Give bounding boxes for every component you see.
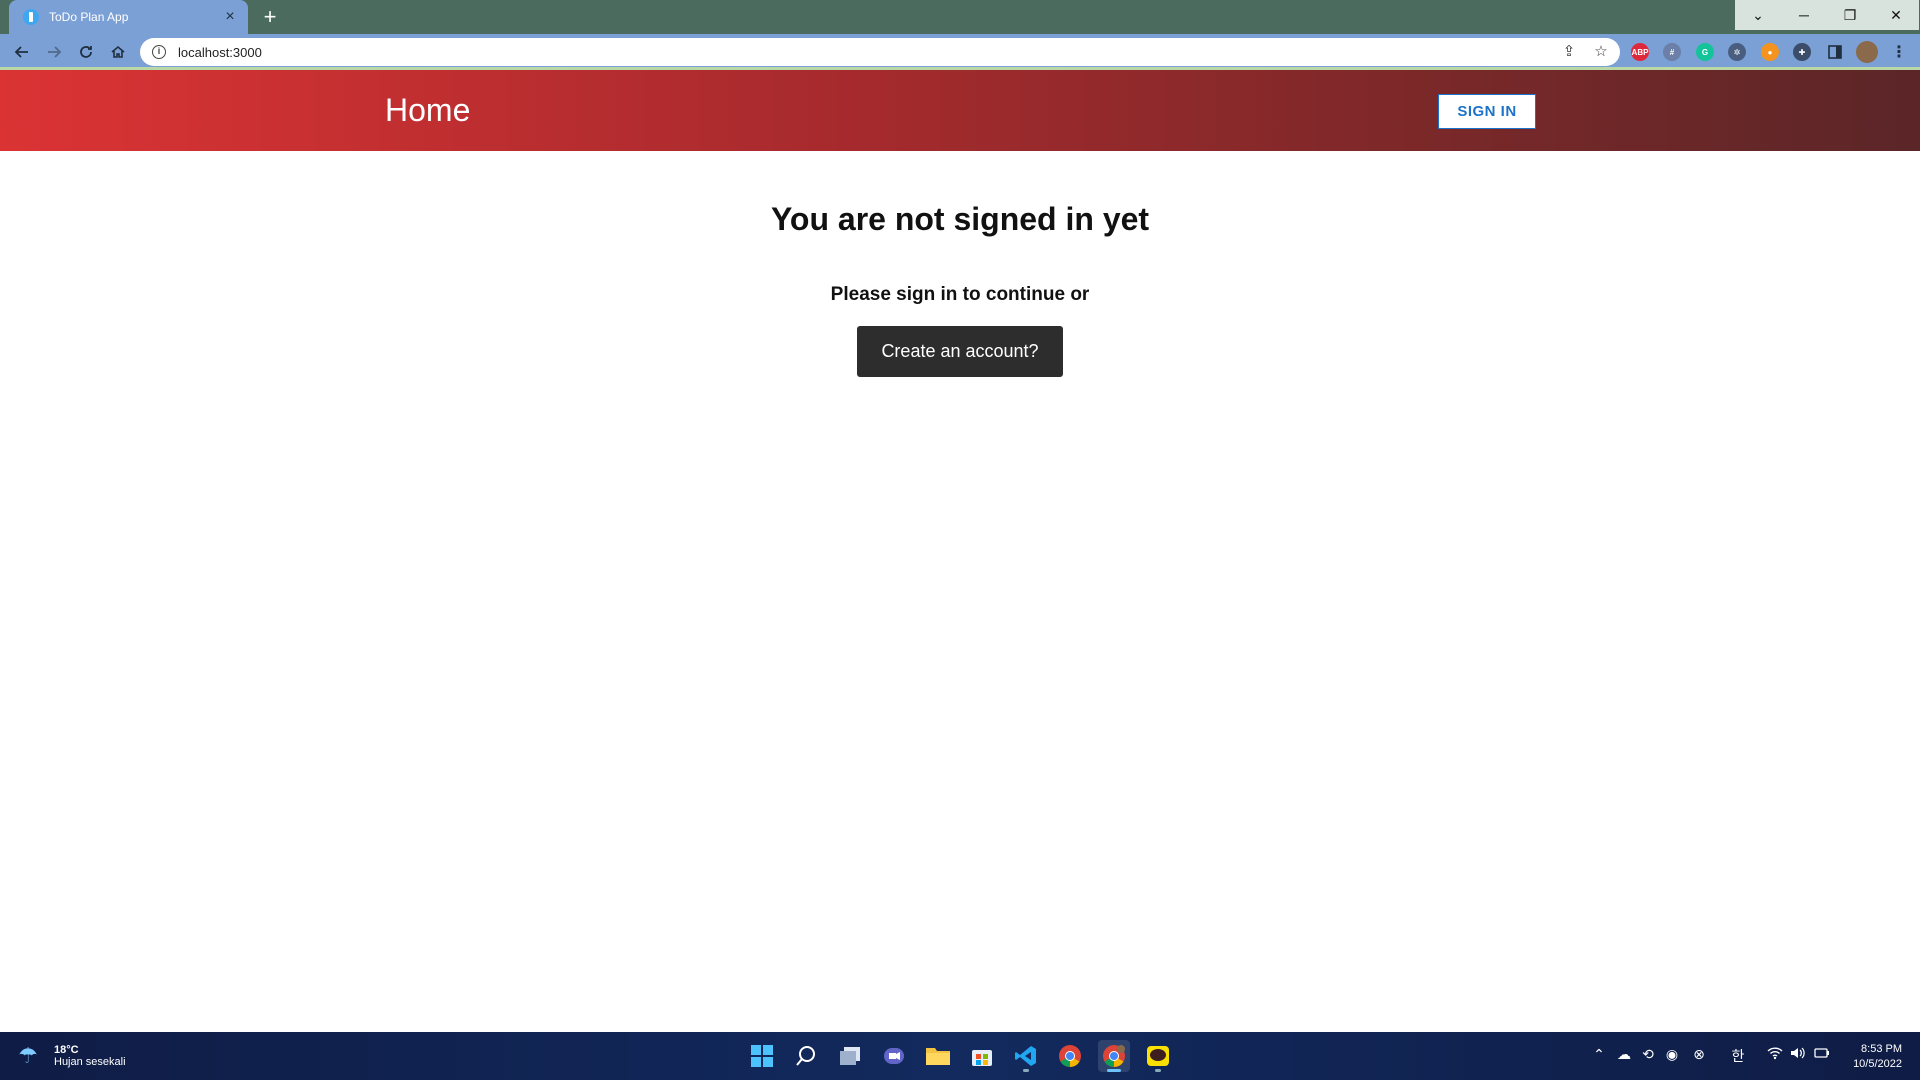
main-content: You are not signed in yet Please sign in… <box>0 151 1920 1032</box>
bug-extension-icon[interactable]: ✲ <box>1728 43 1746 61</box>
file-explorer-icon[interactable] <box>922 1040 954 1072</box>
xbox-icon[interactable]: ⊗ <box>1689 1046 1709 1063</box>
browser-tab[interactable]: ToDo Plan App × <box>9 0 248 34</box>
browser-tab-strip: ToDo Plan App × + ⌄ ─ ❐ ✕ <box>0 0 1920 34</box>
kakaotalk-icon[interactable] <box>1142 1040 1174 1072</box>
running-indicator <box>1023 1069 1029 1072</box>
create-account-button[interactable]: Create an account? <box>857 326 1063 377</box>
kebab-menu-icon[interactable]: ⋮ <box>1890 43 1908 61</box>
bookmark-star-icon[interactable]: ☆ <box>1588 42 1614 62</box>
profile-avatar[interactable] <box>1856 41 1878 63</box>
weather-condition: Hujan sesekali <box>54 1056 126 1068</box>
microsoft-store-icon[interactable] <box>966 1040 998 1072</box>
volume-icon[interactable] <box>1788 1046 1808 1063</box>
taskbar: ☂ 18°C Hujan sesekali ⌃ ☁ ⟲ ◉ ⊗ 한 8:53 P… <box>0 1032 1920 1080</box>
back-arrow-icon[interactable] <box>10 40 34 64</box>
steam-icon[interactable]: ◉ <box>1662 1046 1682 1063</box>
home-icon[interactable] <box>106 40 130 64</box>
minimize-button[interactable]: ─ <box>1781 0 1827 30</box>
task-view-icon[interactable] <box>834 1040 866 1072</box>
app-favicon-icon <box>23 9 39 25</box>
puzzle-icon[interactable]: ✚ <box>1793 43 1811 61</box>
adblock-icon[interactable]: ABP <box>1631 43 1649 61</box>
clock-time: 8:53 PM <box>1861 1043 1902 1055</box>
teams-chat-icon[interactable] <box>878 1040 910 1072</box>
weather-temperature: 18°C <box>54 1044 79 1056</box>
onedrive-cloud-icon[interactable]: ☁ <box>1614 1046 1634 1063</box>
tab-close-icon[interactable]: × <box>222 9 238 25</box>
grid-extension-icon[interactable]: # <box>1663 43 1681 61</box>
ime-indicator[interactable]: 한 <box>1728 1046 1748 1066</box>
running-indicator <box>1155 1069 1161 1072</box>
browser-toolbar: i localhost:3000 ⇪ ☆ ABP # G ✲ ● ✚ ⋮ <box>0 34 1920 70</box>
address-bar[interactable]: i localhost:3000 ⇪ ☆ <box>140 38 1620 66</box>
show-hidden-icons-chevron-icon[interactable]: ⌃ <box>1589 1046 1609 1063</box>
close-window-button[interactable]: ✕ <box>1873 0 1919 30</box>
page-title: Home <box>385 92 471 128</box>
new-tab-button[interactable]: + <box>258 5 282 29</box>
not-signed-in-heading: You are not signed in yet <box>770 201 1150 237</box>
restore-button[interactable]: ❐ <box>1827 0 1873 30</box>
reload-icon[interactable] <box>74 40 98 64</box>
vscode-icon[interactable] <box>1010 1040 1042 1072</box>
grammarly-icon[interactable]: G <box>1696 43 1714 61</box>
tab-title: ToDo Plan App <box>49 10 129 24</box>
tab-search-button[interactable]: ⌄ <box>1735 0 1781 30</box>
active-indicator <box>1107 1069 1121 1072</box>
sign-in-prompt: Please sign in to continue or <box>830 284 1090 305</box>
chrome-icon[interactable] <box>1054 1040 1086 1072</box>
share-icon[interactable]: ⇪ <box>1556 42 1582 62</box>
wifi-icon[interactable] <box>1765 1046 1785 1063</box>
rain-umbrella-icon: ☂ <box>18 1043 38 1068</box>
side-panel-icon[interactable] <box>1826 43 1844 61</box>
site-info-icon[interactable]: i <box>152 45 166 59</box>
sign-in-button[interactable]: SIGN IN <box>1438 94 1536 129</box>
start-windows-icon[interactable] <box>746 1040 778 1072</box>
forward-arrow-icon[interactable] <box>42 40 66 64</box>
clock-date: 10/5/2022 <box>1853 1058 1902 1070</box>
sync-icon[interactable]: ⟲ <box>1638 1046 1658 1063</box>
url-text[interactable]: localhost:3000 <box>178 45 1556 60</box>
search-icon[interactable] <box>790 1040 822 1072</box>
app-header: Home SIGN IN <box>0 70 1920 151</box>
chrome-profile-icon[interactable] <box>1098 1040 1130 1072</box>
system-clock[interactable]: 8:53 PM 10/5/2022 <box>1846 1042 1902 1072</box>
weather-widget[interactable]: ☂ 18°C Hujan sesekali <box>18 1042 126 1070</box>
battery-icon[interactable] <box>1812 1046 1832 1063</box>
orange-extension-icon[interactable]: ● <box>1761 43 1779 61</box>
